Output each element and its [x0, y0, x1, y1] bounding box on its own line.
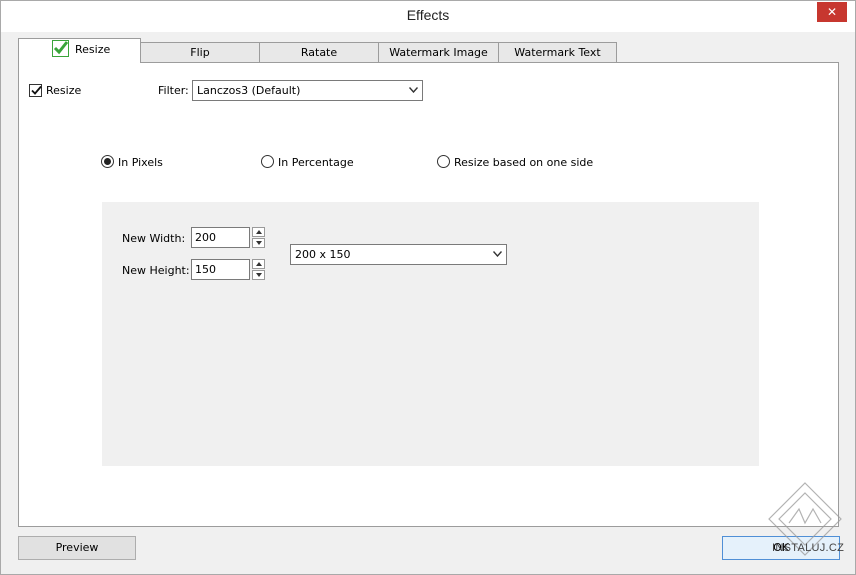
triangle-up-icon — [256, 262, 262, 266]
radio-in-pixels[interactable] — [101, 155, 114, 168]
radio-in-pixels-label: In Pixels — [118, 156, 163, 169]
radio-in-percentage[interactable] — [261, 155, 274, 168]
tab-watermark-text-label: Watermark Text — [514, 46, 601, 59]
new-height-input[interactable]: 150 — [191, 259, 250, 280]
tab-watermark-image-label: Watermark Image — [389, 46, 488, 59]
resize-checkbox[interactable] — [29, 84, 42, 97]
triangle-up-icon — [256, 230, 262, 234]
close-icon: ✕ — [826, 5, 838, 19]
effects-window: Effects ✕ Resize Flip Ratate Watermark I… — [0, 0, 856, 575]
radio-one-side-label: Resize based on one side — [454, 156, 594, 169]
radio-one-side[interactable] — [437, 155, 450, 168]
close-button[interactable]: ✕ — [817, 2, 847, 22]
filter-dropdown[interactable]: Lanczos3 (Default) — [192, 80, 423, 101]
tab-rotate[interactable]: Ratate — [259, 42, 379, 62]
triangle-down-icon — [256, 273, 262, 277]
radio-in-percentage-label: In Percentage — [278, 156, 354, 169]
chevron-down-icon — [493, 251, 502, 257]
preview-button[interactable]: Preview — [18, 536, 136, 560]
title-bar: Effects ✕ — [1, 1, 855, 32]
tab-flip[interactable]: Flip — [140, 42, 260, 62]
checkmark-icon — [31, 85, 42, 95]
tab-strip: Resize Flip Ratate Watermark Image Water… — [18, 38, 848, 63]
triangle-down-icon — [256, 241, 262, 245]
filter-label: Filter: — [158, 84, 189, 97]
new-height-increment[interactable] — [252, 259, 265, 269]
tab-resize[interactable]: Resize — [18, 38, 141, 63]
new-width-increment[interactable] — [252, 227, 265, 237]
radio-selected-dot — [104, 158, 111, 165]
tab-resize-label: Resize — [75, 43, 111, 56]
new-height-value: 150 — [195, 263, 216, 276]
new-width-stepper[interactable] — [252, 227, 265, 248]
tab-flip-label: Flip — [190, 46, 210, 59]
watermark-text: INSTALUJ.CZ — [772, 542, 845, 554]
new-width-decrement[interactable] — [252, 238, 265, 248]
tab-rotate-label: Ratate — [300, 46, 338, 59]
new-width-input[interactable]: 200 — [191, 227, 250, 248]
new-width-label: New Width: — [122, 232, 186, 245]
new-width-value: 200 — [195, 231, 216, 244]
pixel-size-group: New Width: 200 New Height: 150 200 x 150 — [102, 202, 759, 466]
resize-panel: Resize Filter: Lanczos3 (Default) In Pix… — [18, 62, 839, 527]
size-preset-dropdown[interactable]: 200 x 150 — [290, 244, 507, 265]
size-preset-value: 200 x 150 — [295, 248, 351, 261]
window-title: Effects — [406, 7, 450, 23]
new-height-label: New Height: — [122, 264, 190, 277]
new-height-stepper[interactable] — [252, 259, 265, 280]
check-icon — [52, 40, 69, 57]
new-height-decrement[interactable] — [252, 270, 265, 280]
tab-watermark-text[interactable]: Watermark Text — [498, 42, 617, 62]
filter-value: Lanczos3 (Default) — [197, 84, 301, 97]
resize-checkbox-label: Resize — [46, 84, 82, 97]
preview-button-label: Preview — [55, 541, 99, 554]
tab-watermark-image[interactable]: Watermark Image — [378, 42, 499, 62]
chevron-down-icon — [409, 87, 418, 93]
